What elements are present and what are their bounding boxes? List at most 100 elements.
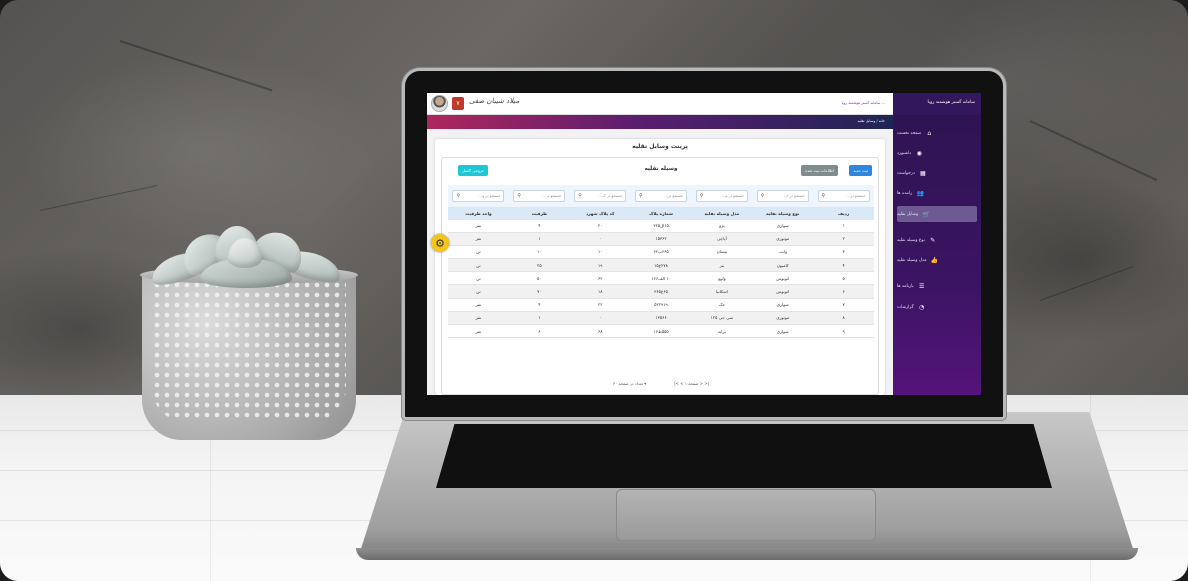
photo: ۷ میلاد شیبان صفی سامانه گستر هوشمند روی… <box>0 0 1188 581</box>
table-cell: ۱۰ <box>508 245 570 260</box>
table-cell: ۷۰ <box>508 284 570 299</box>
table-cell: ۱۰ الف۱۶۶ <box>630 271 692 286</box>
page-size-select[interactable]: تعداد در صفحه ۳۰ ▾ <box>613 381 646 386</box>
search-cell: جستجو در و... ⚲ <box>448 185 509 208</box>
table-cell: ۴ <box>508 298 570 312</box>
table-cell: ۱ <box>508 311 570 326</box>
table-row[interactable]: ۱ سواری پژو ۱۵ال۳۶۵ ۲۰ ۴ نفر <box>448 219 874 233</box>
table-cell: ۸ <box>813 311 874 326</box>
table-cell: نفر <box>448 232 509 246</box>
sidebar-item-5[interactable]: ✎ نوع وسیله نقلیه <box>897 232 977 248</box>
table-cell: ۴ <box>508 219 570 233</box>
vehicles-table: جستجو در... ⚲ جستجو در ا... ⚲ جستجو در م... ⚲… <box>448 185 874 339</box>
sidebar-item-8[interactable]: ◔ گزارشات <box>897 299 977 315</box>
dashboard-icon: ◉ <box>916 149 922 157</box>
table-cell: سواری <box>752 298 814 312</box>
table-cell: تن <box>448 271 509 286</box>
notice-text: سامانه گستر هوشمند رویا ... <box>841 101 885 105</box>
table-cell: ۱۸ <box>569 284 631 299</box>
sidebar-item-label: مدل وسیله نقلیه <box>897 257 927 263</box>
column-header[interactable]: واحد ظرفیت <box>448 207 509 220</box>
table-cell: نفر <box>448 311 509 326</box>
sidebar-item-4[interactable]: 🛒 وسایل نقلیه <box>897 206 977 222</box>
breadcrumb[interactable]: خانه / وسایل نقلیه <box>858 119 885 123</box>
table-cell: ۶ <box>813 284 874 299</box>
table-cell: ۴ <box>813 258 874 273</box>
brand-bar: سامانه گستر هوشمند رویا <box>893 93 981 115</box>
column-search-input[interactable]: جستجو در... ⚲ <box>635 189 688 202</box>
table-cell: موتوری <box>752 232 814 246</box>
search-cell: جستجو در ک... ⚲ <box>569 185 631 208</box>
table-cell: نفر <box>448 298 509 312</box>
wall-texture <box>1029 120 1158 182</box>
sidebar-item-label: صفحه نخست <box>897 130 922 136</box>
column-header[interactable]: ردیف <box>813 207 874 220</box>
column-search-input[interactable]: جستجو در ا... ⚲ <box>756 189 809 202</box>
search-cell: جستجو در ا... ⚲ <box>752 185 814 208</box>
table-cell: ۹ <box>813 324 874 339</box>
table-cell: تن <box>448 258 509 273</box>
settings-gear-icon[interactable]: ⚙ <box>431 234 449 252</box>
table-cell: کامیون <box>752 258 814 273</box>
page-title: پرینت وسایل نقلیه <box>632 143 688 150</box>
search-cell: جستجو در... ⚲ <box>813 185 874 208</box>
column-header[interactable]: نوع وسیله نقلیه <box>752 207 814 220</box>
cart-icon: 🛒 <box>922 210 930 218</box>
table-cell: نفر <box>448 324 509 339</box>
table-row[interactable]: ۷ سواری جک ۵۲۲۹۱۹ ۲۲ ۴ نفر <box>448 298 874 312</box>
table-cell: تن <box>448 245 509 260</box>
sidebar-item-1[interactable]: ◉ داشبورد <box>897 145 977 161</box>
search-icon: ⚲ <box>578 192 582 199</box>
table-row[interactable]: ۵ اتوبوس ولوو ۱۰ الف۱۶۶ ۶۲ ۵۰ تن <box>448 271 874 286</box>
sidebar-item-2[interactable]: ▦ درخواست <box>897 165 977 181</box>
pencil-icon: ✎ <box>930 236 936 244</box>
column-header[interactable]: ظرفیت <box>508 207 570 220</box>
page-navigation[interactable]: |< < ۱ صفحه > >| <box>674 381 709 386</box>
column-search-input[interactable]: جستجو در و... ⚲ <box>452 189 505 202</box>
column-header[interactable]: کد پلاک شهرد <box>569 207 631 220</box>
column-header[interactable]: شماره پلاک <box>630 207 692 220</box>
column-search-input[interactable]: جستجو در ک... ⚲ <box>574 189 627 202</box>
table-cell: ۱۹ <box>569 258 631 273</box>
table-row[interactable]: ۲ موتوری آپاچی ۱۵۳۶۲ ۰ ۱ نفر <box>448 232 874 246</box>
sidebar-item-6[interactable]: 👍 مدل وسیله نقلیه <box>897 252 977 268</box>
vehicles-card: خروجی اکسل وسیله نقلیه اطلاعات ثبت شده ث… <box>441 157 879 395</box>
table-cell: ۱ <box>813 219 874 233</box>
column-search-input[interactable]: جستجو در... ⚲ <box>513 189 566 202</box>
table-cell: موتوری <box>752 311 814 326</box>
table-cell: ۲۷۸ع۱۵ <box>630 258 692 273</box>
table-row[interactable]: ۶ اتوبوس اسکانیا ۶۵ع۳۶۵ ۱۸ ۷۰ تن <box>448 284 874 299</box>
print-vehicles-card: پرینت وسایل نقلیه خروجی اکسل وسیله نقلیه… <box>435 139 885 395</box>
sidebar-item-7[interactable]: ☰ بارنامه ها <box>897 278 977 294</box>
laptop-keyboard <box>436 424 1052 488</box>
system-title: سامانه گستر هوشمند رویا <box>927 100 975 105</box>
column-header[interactable]: مدل وسیله نقلیه <box>691 207 753 220</box>
notification-badge[interactable]: ۷ <box>452 97 464 110</box>
thumbs-up-icon: 👍 <box>930 256 939 264</box>
column-search-input[interactable]: جستجو در م... ⚲ <box>695 189 748 202</box>
header-gradient <box>427 115 893 129</box>
table-row[interactable]: ۴ کامیون بنز ۲۷۸ع۱۵ ۱۹ ۲۵ تن <box>448 258 874 273</box>
registered-info-button[interactable]: اطلاعات ثبت شده <box>801 165 838 176</box>
plant-pot <box>140 266 358 440</box>
laptop-screen: ۷ میلاد شیبان صفی سامانه گستر هوشمند روی… <box>427 93 981 395</box>
table-cell: تن <box>448 284 509 299</box>
new-record-button[interactable]: ثبت جدید <box>849 165 872 176</box>
pot-pattern <box>152 280 346 422</box>
avatar[interactable] <box>431 95 448 112</box>
sidebar-item-3[interactable]: 👥 راننده ها <box>897 185 977 201</box>
table-cell: ۵۵۵ط۱۶ <box>630 324 692 339</box>
table-row[interactable]: ۸ موتوری سی جی ۱۲۵ ۱۳۵۶۶ ۰ ۱ نفر <box>448 311 874 326</box>
table-cell: ۶۶۵ب۶۲ <box>630 245 692 260</box>
table-cell: ۰ <box>569 232 631 246</box>
table-row[interactable]: ۳ وانت نیسان ۶۶۵ب۶۲ ۱۰ ۱۰ تن <box>448 245 874 260</box>
table-cell: ۲۵ <box>508 258 570 273</box>
calendar-icon: ▦ <box>920 169 926 177</box>
sidebar-item-0[interactable]: ⌂ صفحه نخست <box>897 125 977 141</box>
chart-icon: ◔ <box>919 303 925 311</box>
table-cell: پژو <box>691 219 753 233</box>
column-search-input[interactable]: جستجو در... ⚲ <box>817 189 870 202</box>
sidebar-item-label: گزارشات <box>897 304 914 310</box>
table-row[interactable]: ۹ سواری پراید ۵۵۵ط۱۶ ۶۸ ۶ نفر <box>448 324 874 339</box>
list-icon: ☰ <box>918 282 925 290</box>
